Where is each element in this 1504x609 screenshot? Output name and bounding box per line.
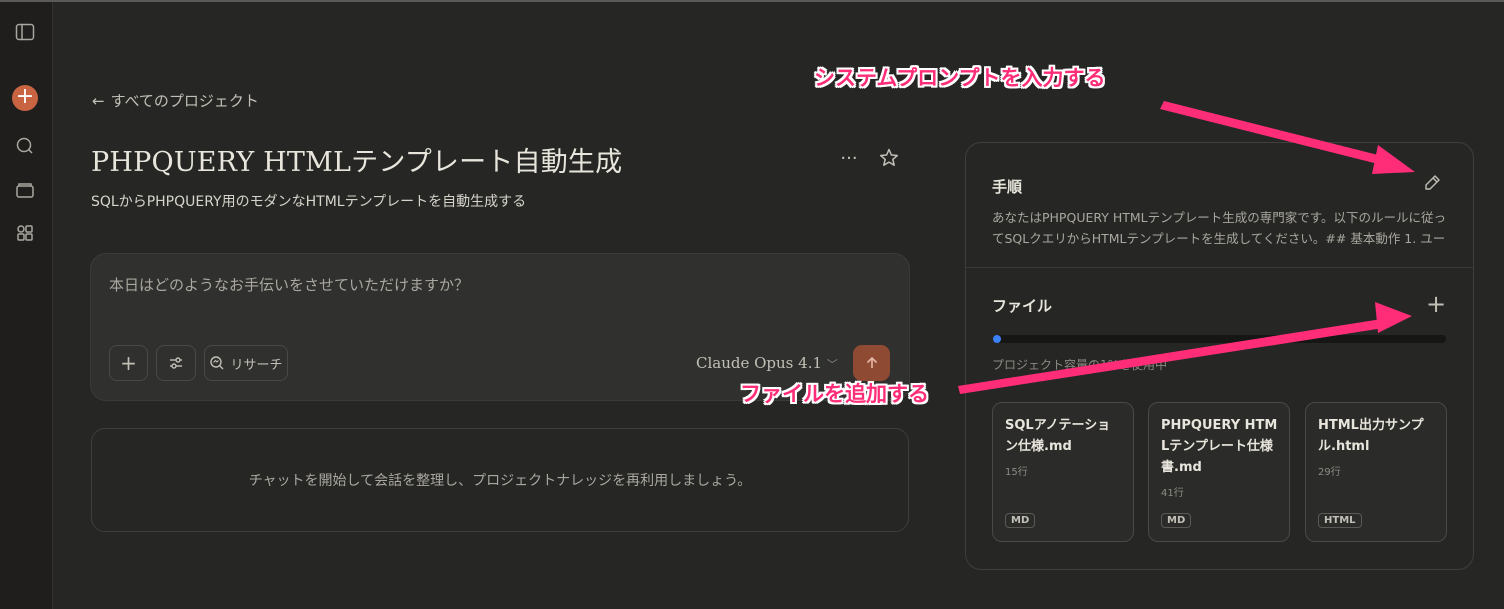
empty-chats-message: チャットを開始して会話を整理し、プロジェクトナレッジを再利用しましょう。 xyxy=(91,428,909,532)
add-file-button[interactable]: + xyxy=(1424,290,1448,318)
file-type-badge: HTML xyxy=(1318,513,1362,528)
section-divider xyxy=(966,267,1473,268)
instructions-preview[interactable]: あなたはPHPQUERY HTMLテンプレート生成の専門家です。以下のルールに従… xyxy=(992,207,1452,249)
research-button[interactable]: リサーチ xyxy=(204,345,288,381)
file-card[interactable]: HTML出力サンプル.html 29行 HTML xyxy=(1305,402,1447,542)
chevron-down-icon: ﹀ xyxy=(826,358,838,371)
file-lines: 29行 xyxy=(1318,467,1341,478)
back-link-label: すべてのプロジェクト xyxy=(110,92,259,110)
annotation-system-prompt: システムプロンプトを入力する xyxy=(814,66,1106,90)
file-name: PHPQUERY HTMLテンプレート仕様書.md xyxy=(1161,418,1278,475)
add-content-button[interactable]: + xyxy=(109,345,148,381)
instructions-title: 手順 xyxy=(992,178,1023,196)
file-lines: 15行 xyxy=(1005,467,1028,478)
back-to-projects-link[interactable]: ← すべてのプロジェクト xyxy=(92,90,259,111)
window-top-border xyxy=(0,0,1504,2)
project-description: SQLからPHPQUERY用のモダンなHTMLテンプレートを自動生成する xyxy=(91,194,527,210)
file-name: HTML出力サンプル.html xyxy=(1318,418,1424,454)
project-title: PHPQUERY HTMLテンプレート自動生成 xyxy=(91,147,623,178)
file-type-badge: MD xyxy=(1161,513,1192,528)
pencil-icon xyxy=(1425,175,1440,190)
research-label: リサーチ xyxy=(230,357,283,373)
capacity-progress-fill xyxy=(993,335,1001,343)
composer-input[interactable]: 本日はどのようなお手伝いをさせていただけますか？ xyxy=(109,274,469,295)
send-button[interactable] xyxy=(853,345,890,381)
edit-instructions-button[interactable] xyxy=(1422,173,1446,197)
arrow-left-icon: ← xyxy=(92,91,105,110)
file-type-badge: MD xyxy=(1005,513,1036,528)
annotation-add-file: ファイルを追加する xyxy=(740,382,929,406)
tools-button[interactable] xyxy=(156,345,196,381)
sidebar: + xyxy=(0,2,53,609)
project-knowledge-panel: 手順 あなたはPHPQUERY HTMLテンプレート生成の専門家です。以下のルー… xyxy=(965,142,1474,570)
projects-icon[interactable] xyxy=(11,176,39,204)
file-name: SQLアノテーション仕様.md xyxy=(1005,418,1111,454)
capacity-usage-text: プロジェクト容量の1%を使用中 xyxy=(992,358,1168,372)
model-name: Claude Opus 4.1 xyxy=(696,354,823,372)
sliders-icon xyxy=(170,357,182,369)
file-lines: 41行 xyxy=(1161,488,1184,499)
more-options-button[interactable]: ··· xyxy=(836,146,862,172)
files-title: ファイル xyxy=(992,297,1053,315)
model-selector[interactable]: Claude Opus 4.1 ﹀ xyxy=(696,354,838,372)
star-icon[interactable] xyxy=(877,146,903,172)
empty-chats-text: チャットを開始して会話を整理し、プロジェクトナレッジを再利用しましょう。 xyxy=(248,473,752,489)
artifacts-icon[interactable] xyxy=(11,219,39,247)
file-card[interactable]: PHPQUERY HTMLテンプレート仕様書.md 41行 MD xyxy=(1148,402,1290,542)
research-icon xyxy=(210,356,224,370)
sidebar-toggle-icon[interactable] xyxy=(11,18,39,46)
plus-icon: + xyxy=(120,351,137,375)
arrow-up-icon xyxy=(866,356,877,368)
file-card[interactable]: SQLアノテーション仕様.md 15行 MD xyxy=(992,402,1134,542)
plus-icon: + xyxy=(1425,290,1447,318)
capacity-progress-bar xyxy=(993,335,1446,343)
new-chat-button[interactable]: + xyxy=(12,84,38,111)
chats-icon[interactable] xyxy=(11,132,39,160)
